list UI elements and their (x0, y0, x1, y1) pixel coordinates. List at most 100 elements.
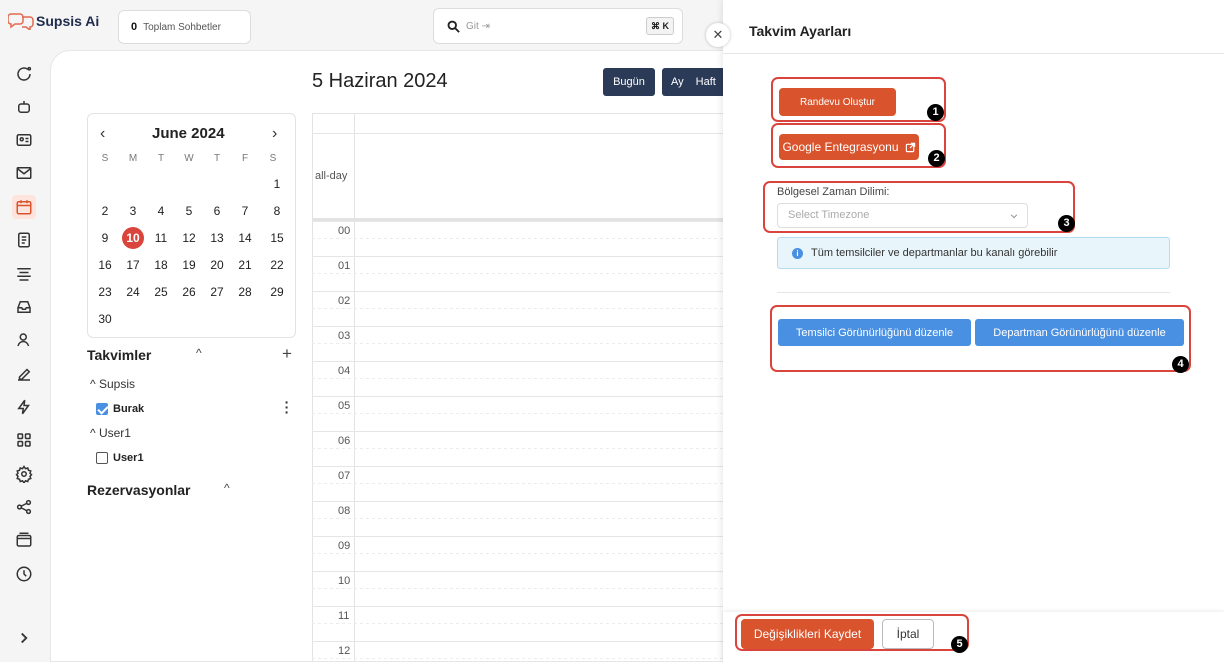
calendar-day[interactable]: 13 (206, 227, 228, 249)
today-button[interactable]: Bugün (603, 68, 655, 96)
hour-line (312, 641, 724, 642)
cancel-button[interactable]: İptal (882, 619, 934, 649)
mini-calendar-month: June 2024 (152, 125, 225, 142)
calendar-day[interactable]: 7 (234, 200, 256, 222)
calendar-day[interactable]: 15 (266, 227, 288, 249)
calendar-day[interactable]: 19 (178, 254, 200, 276)
calendar-day[interactable]: 28 (234, 281, 256, 303)
calendar-day[interactable]: 30 (94, 308, 116, 330)
annotation-badge-1: 1 (927, 104, 944, 121)
half-hour-line (312, 448, 724, 449)
search-placeholder: Git ⇥ (466, 20, 490, 32)
calendar-day[interactable]: 22 (266, 254, 288, 276)
reservations-title: Rezervasyonlar (87, 482, 191, 498)
google-integration-label: Google Entegrasyonu (782, 140, 899, 154)
create-appointment-button[interactable]: Randevu Oluştur (779, 88, 896, 116)
wallet-icon[interactable] (12, 528, 36, 552)
edit-department-visibility-button[interactable]: Departman Görünürlüğünü düzenle (975, 319, 1184, 346)
calendar-day[interactable]: 14 (234, 227, 256, 249)
contact-card-icon[interactable] (12, 128, 36, 152)
calendar-day[interactable]: 20 (206, 254, 228, 276)
section-divider (777, 292, 1170, 293)
calendars-title: Takvimler (87, 347, 152, 363)
hour-label: 06 (338, 435, 351, 447)
calendar-day-today[interactable]: 10 (122, 227, 144, 249)
collapse-reservations-icon[interactable]: ^ (224, 481, 230, 495)
calendar-day[interactable]: 9 (94, 227, 116, 249)
app-logo[interactable]: Supsis Ai (8, 12, 99, 30)
group-user1[interactable]: ^ User1 (90, 426, 131, 440)
calendar-day[interactable]: 26 (178, 281, 200, 303)
edit-agent-visibility-button[interactable]: Temsilci Görünürlüğünü düzenle (778, 319, 971, 346)
more-options-icon[interactable]: · · · (284, 395, 290, 419)
time-grid (312, 113, 724, 662)
weekday-header: S (101, 153, 109, 164)
document-icon[interactable] (12, 228, 36, 252)
hour-line (312, 291, 724, 292)
users-icon[interactable] (12, 328, 36, 352)
calendar-day[interactable]: 12 (178, 227, 200, 249)
search-shortcut: ⌘ K (646, 17, 674, 35)
calendar-icon[interactable] (12, 195, 36, 219)
next-month-button[interactable]: › (272, 125, 277, 143)
calendar-day[interactable]: 16 (94, 254, 116, 276)
calendar-day[interactable]: 6 (206, 200, 228, 222)
expand-chevron-icon[interactable] (12, 626, 36, 650)
lightning-icon[interactable] (12, 395, 36, 419)
calendar-day[interactable]: 21 (234, 254, 256, 276)
calendar-day[interactable]: 25 (150, 281, 172, 303)
app-root: { "app": { "name": "Supsis Ai" }, "heade… (0, 0, 1224, 662)
hour-line (312, 326, 724, 327)
collapse-calendars-icon[interactable]: ^ (196, 346, 202, 360)
save-changes-button[interactable]: Değişiklikleri Kaydet (741, 619, 874, 649)
calendar-day[interactable]: 1 (266, 173, 288, 195)
timezone-select[interactable]: Select Timezone (777, 203, 1028, 228)
calendar-day[interactable]: 2 (94, 200, 116, 222)
calendar-day[interactable]: 8 (266, 200, 288, 222)
hour-line (312, 221, 724, 222)
prev-month-button[interactable]: ‹ (100, 125, 105, 143)
group-supsis[interactable]: ^ Supsis (90, 377, 135, 391)
total-chats-counter[interactable]: 0 Toplam Sohbetler (118, 10, 251, 44)
calendar-day[interactable]: 4 (150, 200, 172, 222)
calendar-day[interactable]: 23 (94, 281, 116, 303)
hour-label: 09 (338, 540, 351, 552)
calendar-day[interactable]: 27 (206, 281, 228, 303)
add-calendar-button[interactable]: + (282, 344, 292, 364)
bot-icon[interactable] (12, 95, 36, 119)
edit-icon[interactable] (12, 362, 36, 386)
all-day-label: all-day (315, 170, 348, 182)
calendar-checkbox-user1[interactable] (96, 452, 108, 464)
calendar-checkbox-burak[interactable] (96, 403, 108, 415)
calendar-day[interactable]: 24 (122, 281, 144, 303)
hour-line (312, 536, 724, 537)
apps-grid-icon[interactable] (12, 428, 36, 452)
timezone-placeholder: Select Timezone (788, 209, 870, 221)
view-month-button[interactable]: Ay (671, 76, 684, 88)
kanban-icon[interactable] (12, 262, 36, 286)
share-icon[interactable] (12, 495, 36, 519)
calendar-day[interactable]: 29 (266, 281, 288, 303)
close-drawer-button[interactable]: ✕ (706, 23, 730, 47)
google-integration-button[interactable]: Google Entegrasyonu (779, 134, 919, 160)
search-input[interactable]: Git ⇥ ⌘ K (433, 8, 683, 44)
view-week-button[interactable]: Haft (696, 76, 716, 88)
weekday-header: T (213, 153, 221, 164)
clock-icon[interactable] (12, 562, 36, 586)
settings-gear-icon[interactable] (12, 462, 36, 486)
calendar-day[interactable]: 18 (150, 254, 172, 276)
calendar-day[interactable]: 3 (122, 200, 144, 222)
calendar-day[interactable]: 5 (178, 200, 200, 222)
mail-icon[interactable] (12, 161, 36, 185)
half-hour-line (312, 413, 724, 414)
external-link-icon (905, 142, 915, 152)
calendar-label-user1: User1 (113, 452, 144, 464)
hour-line (312, 466, 724, 467)
hour-label: 01 (338, 260, 351, 272)
half-hour-line (312, 483, 724, 484)
header-row-line (312, 133, 724, 134)
calendar-day[interactable]: 17 (122, 254, 144, 276)
chat-bubble-icon[interactable] (12, 62, 36, 86)
calendar-day[interactable]: 11 (150, 227, 172, 249)
inbox-icon[interactable] (12, 295, 36, 319)
